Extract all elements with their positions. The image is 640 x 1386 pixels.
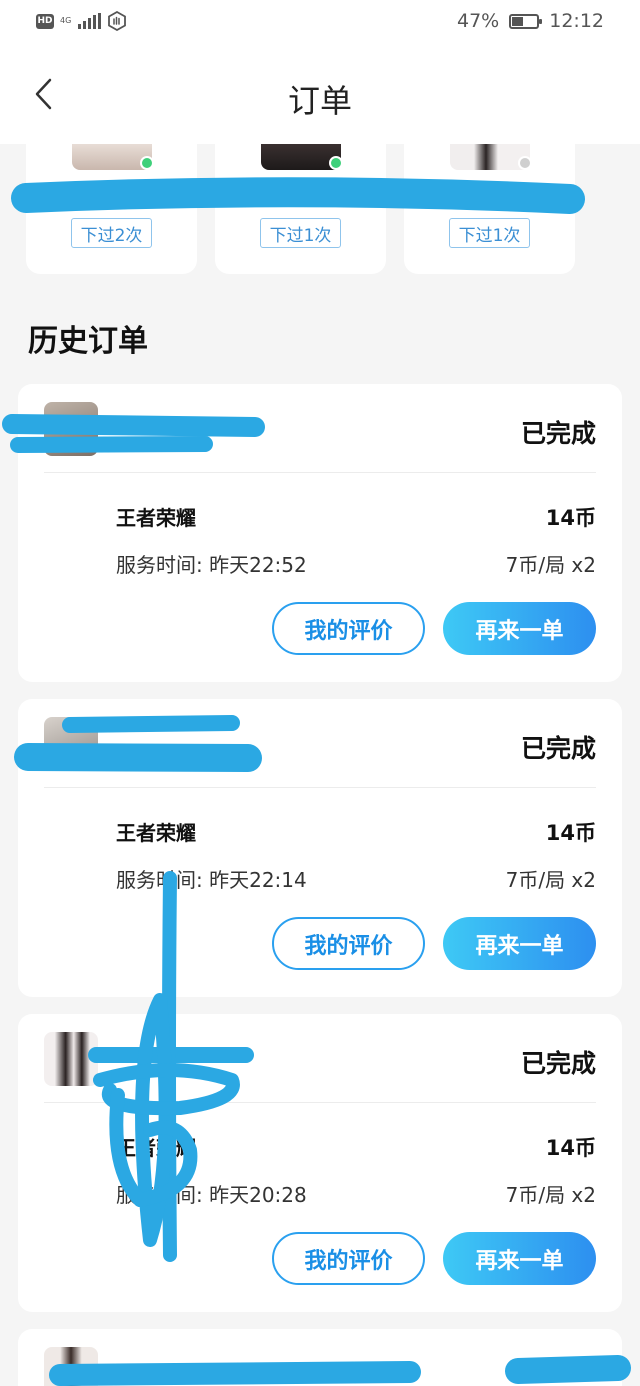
online-dot (518, 156, 532, 170)
history-title: 历史订单 (28, 324, 148, 359)
service-time: 服务时间: 昨天22:52 (116, 549, 307, 578)
divider (44, 1102, 596, 1103)
service-time-value: 昨天22:14 (209, 868, 307, 892)
clock: 12:12 (549, 10, 604, 32)
order-total: 14币 (545, 821, 596, 845)
my-review-button[interactable]: 我的评价 (272, 917, 425, 970)
game-name: 王者荣耀 (116, 506, 196, 530)
unit-price: 7币/局 x2 (505, 1183, 596, 1207)
status-right: 47% 12:12 (457, 10, 604, 32)
unit-price: 7币/局 x2 (505, 553, 596, 577)
online-dot (140, 156, 154, 170)
order-total: 14币 (545, 1136, 596, 1160)
hand-icon (108, 11, 127, 31)
order-count-tag: 下过1次 (260, 218, 341, 248)
service-time: 服务时间: 昨天22:14 (116, 864, 307, 893)
reorder-button[interactable]: 再来一单 (443, 602, 596, 655)
order-count-tag: 下过2次 (71, 218, 152, 248)
hd-badge: HD (36, 13, 54, 29)
order-card[interactable]: 已完成 王者荣耀 14币 服务时间: 昨天20:28 7币/局 x2 我的评价 … (18, 1014, 622, 1312)
frequent-card[interactable]: 下过1次 (404, 144, 575, 274)
order-card[interactable]: 已完成 王者荣耀 14币 服务时间: 昨天22:52 7币/局 x2 我的评价 … (18, 384, 622, 682)
game-name: 王者荣耀 (116, 1136, 196, 1160)
status-left: HD 4G (36, 11, 127, 31)
avatar (44, 402, 98, 456)
page-title: 订单 (287, 82, 352, 120)
unit-price: 7币/局 x2 (505, 868, 596, 892)
divider (44, 472, 596, 473)
online-dot (329, 156, 343, 170)
network-type-label: 4G (60, 16, 72, 25)
order-status: 已完成 (520, 419, 596, 448)
reorder-button[interactable]: 再来一单 (443, 917, 596, 970)
reorder-button[interactable]: 再来一单 (443, 1232, 596, 1285)
order-count-tag: 下过1次 (449, 218, 530, 248)
order-card[interactable]: 已完成 王者荣耀 14币 服务时间: 昨天22:14 7币/局 x2 我的评价 … (18, 699, 622, 997)
divider (44, 787, 596, 788)
avatar (44, 717, 98, 771)
avatar (44, 1032, 98, 1086)
battery-percent: 47% (457, 10, 500, 32)
frequent-list: 下过2次 下过1次 下过1次 (0, 144, 640, 276)
signal-icon (78, 13, 102, 29)
nav-bar: 订单 (0, 44, 640, 144)
frequent-card[interactable]: 下过2次 (26, 144, 197, 274)
order-card[interactable] (18, 1329, 622, 1386)
frequent-card[interactable]: 下过1次 (215, 144, 386, 274)
status-bar: HD 4G 47% 12:12 (0, 0, 640, 44)
order-status: 已完成 (520, 1049, 596, 1078)
game-name: 王者荣耀 (116, 821, 196, 845)
my-review-button[interactable]: 我的评价 (272, 1232, 425, 1285)
service-time-value: 昨天20:28 (209, 1183, 307, 1207)
service-time-label: 服务时间: (116, 868, 203, 892)
avatar (44, 1347, 98, 1386)
service-time-label: 服务时间: (116, 1183, 203, 1207)
service-time-value: 昨天22:52 (209, 553, 307, 577)
battery-icon (509, 13, 543, 29)
service-time: 服务时间: 昨天20:28 (116, 1179, 307, 1208)
service-time-label: 服务时间: (116, 553, 203, 577)
my-review-button[interactable]: 我的评价 (272, 602, 425, 655)
order-status: 已完成 (520, 734, 596, 763)
order-total: 14币 (545, 506, 596, 530)
